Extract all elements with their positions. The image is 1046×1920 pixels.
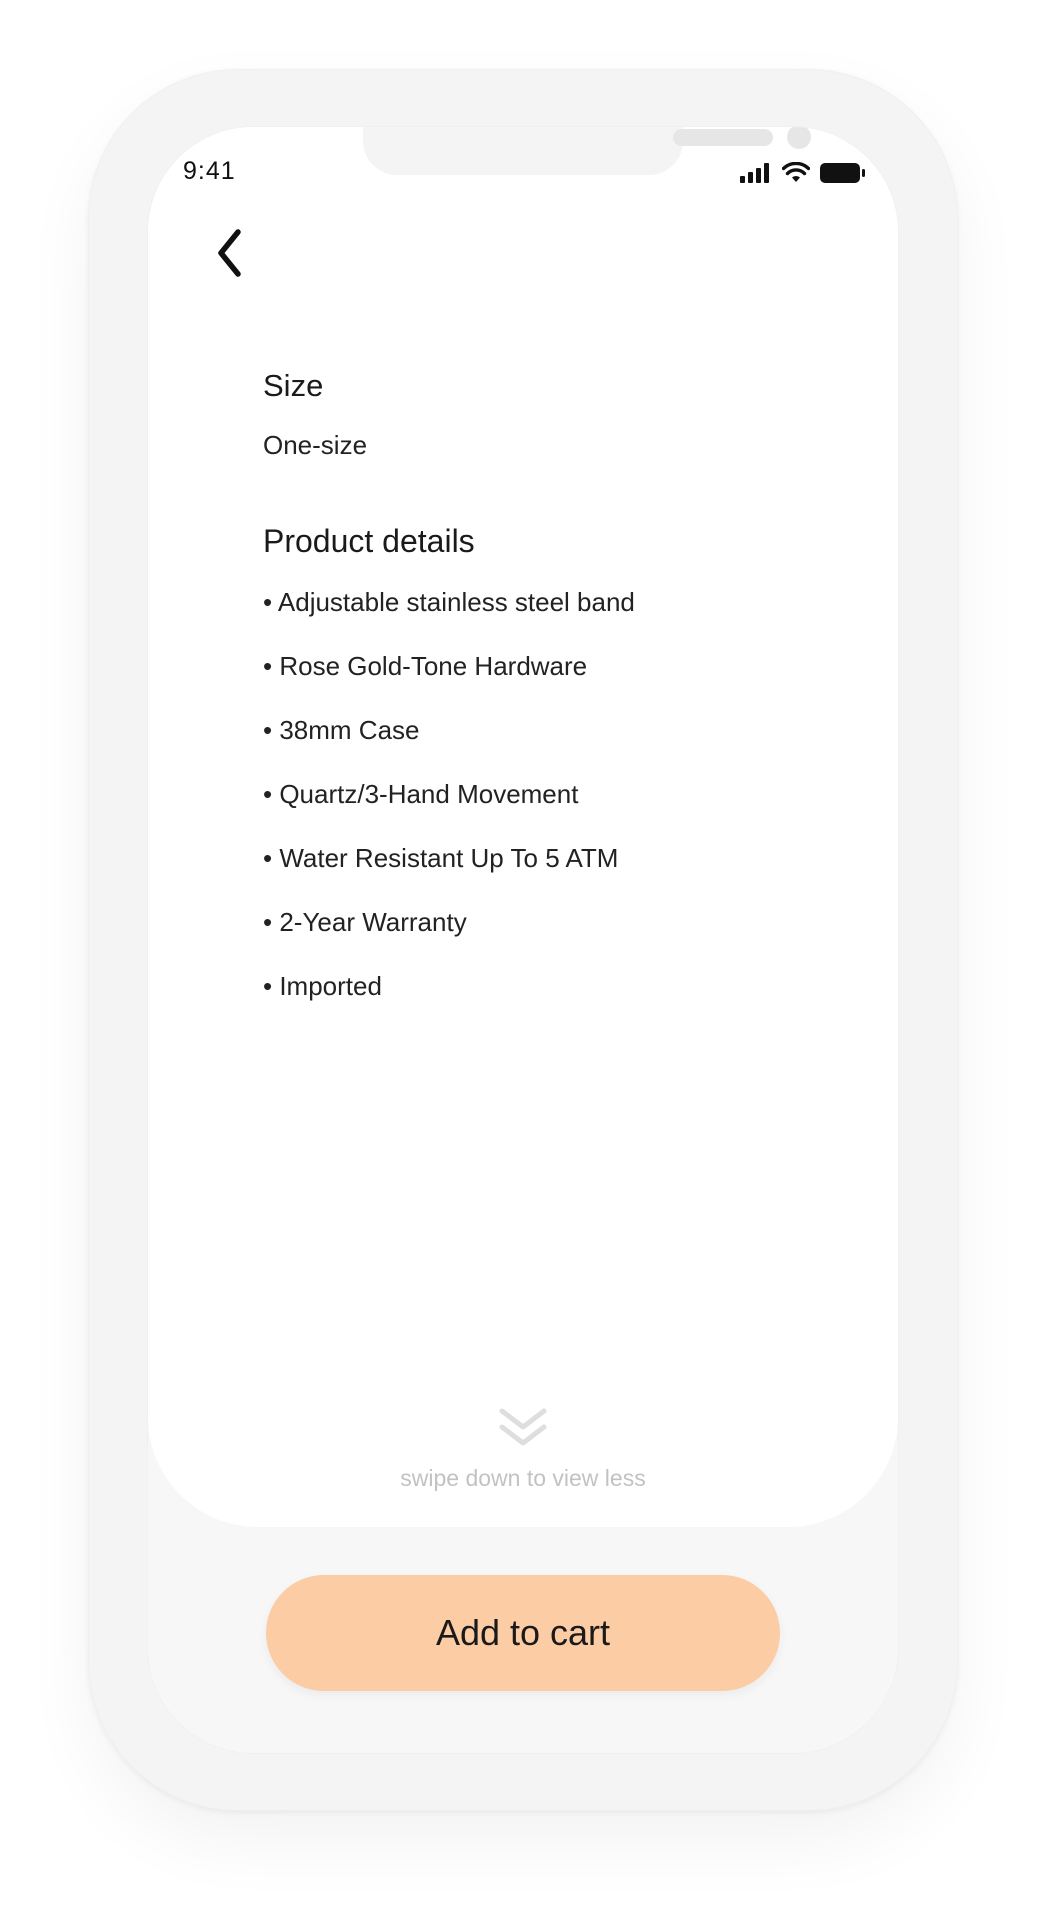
chevron-left-icon bbox=[218, 229, 241, 277]
list-item: • Quartz/3-Hand Movement bbox=[263, 779, 579, 809]
device-notch bbox=[363, 127, 811, 175]
product-info: Size One-size Product details • Adjustab… bbox=[263, 370, 823, 1037]
list-item: • 2-Year Warranty bbox=[263, 907, 467, 937]
swipe-hint-text: swipe down to view less bbox=[400, 1465, 646, 1491]
product-details-sheet[interactable]: 9:41 Size One-size Product details • Adj… bbox=[148, 127, 898, 1527]
size-value: One-size bbox=[263, 430, 368, 460]
list-item: • Imported bbox=[263, 971, 382, 1001]
size-heading: Size bbox=[263, 368, 324, 403]
product-details-list: • Adjustable stainless steel band • Rose… bbox=[263, 589, 823, 1037]
swipe-hint[interactable]: swipe down to view less bbox=[148, 1407, 898, 1492]
battery-icon bbox=[820, 163, 865, 183]
double-chevron-down-icon bbox=[499, 1408, 547, 1446]
signal-icon bbox=[740, 163, 769, 183]
status-time: 9:41 bbox=[183, 157, 236, 185]
list-item: • Rose Gold-Tone Hardware bbox=[263, 651, 588, 681]
status-icons bbox=[740, 159, 866, 187]
front-camera bbox=[787, 127, 811, 149]
list-item: • Adjustable stainless steel band bbox=[263, 587, 635, 617]
list-item: • Water Resistant Up To 5 ATM bbox=[263, 843, 619, 873]
back-button[interactable] bbox=[200, 223, 260, 283]
list-item: • 38mm Case bbox=[263, 715, 420, 745]
wifi-icon bbox=[782, 162, 810, 182]
canvas: 9:41 Size One-size Product details • Adj… bbox=[0, 0, 1046, 1920]
add-to-cart-button[interactable]: Add to cart bbox=[266, 1575, 780, 1691]
speaker-grille bbox=[673, 129, 773, 146]
product-details-heading: Product details bbox=[263, 523, 475, 559]
phone-screen: 9:41 Size One-size Product details • Adj… bbox=[148, 127, 898, 1753]
